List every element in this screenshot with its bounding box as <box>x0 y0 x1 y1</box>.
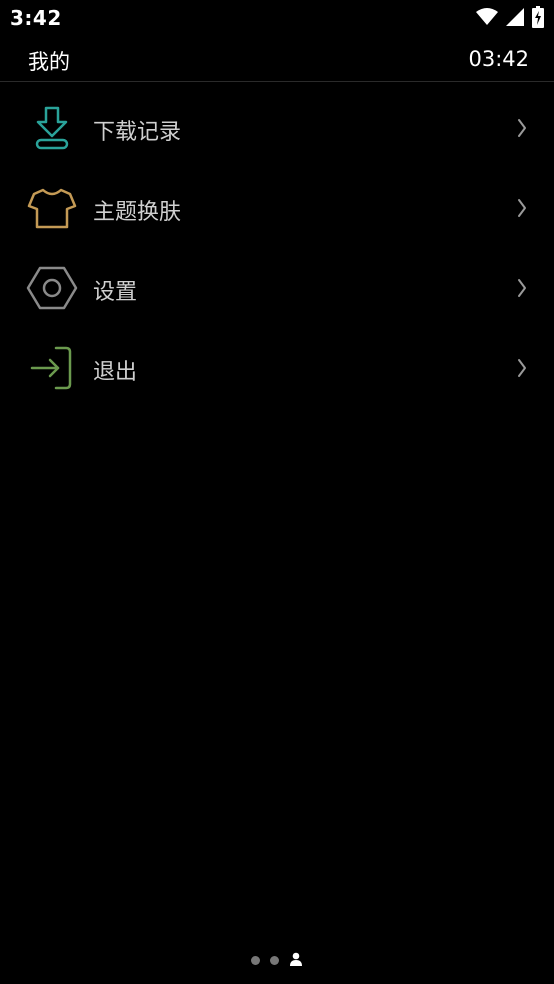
menu-item-settings[interactable]: 设置 <box>0 248 554 328</box>
page-dot[interactable] <box>251 955 260 965</box>
page-dot[interactable] <box>270 955 279 965</box>
status-time: 3:42 <box>10 6 62 30</box>
shirt-icon <box>26 186 78 230</box>
menu-item-logout[interactable]: 退出 <box>0 328 554 408</box>
header-clock: 03:42 <box>468 47 529 71</box>
chevron-right-icon <box>516 118 528 138</box>
signal-icon <box>506 8 524 30</box>
wifi-icon <box>476 8 498 30</box>
chevron-right-icon <box>516 358 528 378</box>
menu-item-label: 设置 <box>93 280 138 305</box>
settings-hexagon-icon <box>26 266 78 310</box>
menu-item-download-history[interactable]: 下载记录 <box>0 88 554 168</box>
battery-charging-icon <box>532 6 544 32</box>
page-title: 我的 <box>28 50 70 74</box>
status-bar: 3:42 <box>0 0 554 38</box>
menu-item-theme-skin[interactable]: 主题换肤 <box>0 168 554 248</box>
chevron-right-icon <box>516 198 528 218</box>
page-indicator <box>0 950 554 970</box>
menu-item-label: 主题换肤 <box>93 200 182 225</box>
person-icon[interactable] <box>289 951 303 970</box>
chevron-right-icon <box>516 278 528 298</box>
menu-list: 下载记录 主题换肤 设置 退出 <box>0 88 554 408</box>
status-icons <box>476 6 544 32</box>
menu-item-label: 下载记录 <box>93 120 182 145</box>
logout-icon <box>26 346 78 390</box>
header: 我的 03:42 <box>0 38 554 82</box>
menu-item-label: 退出 <box>93 360 138 385</box>
download-icon <box>26 106 78 150</box>
